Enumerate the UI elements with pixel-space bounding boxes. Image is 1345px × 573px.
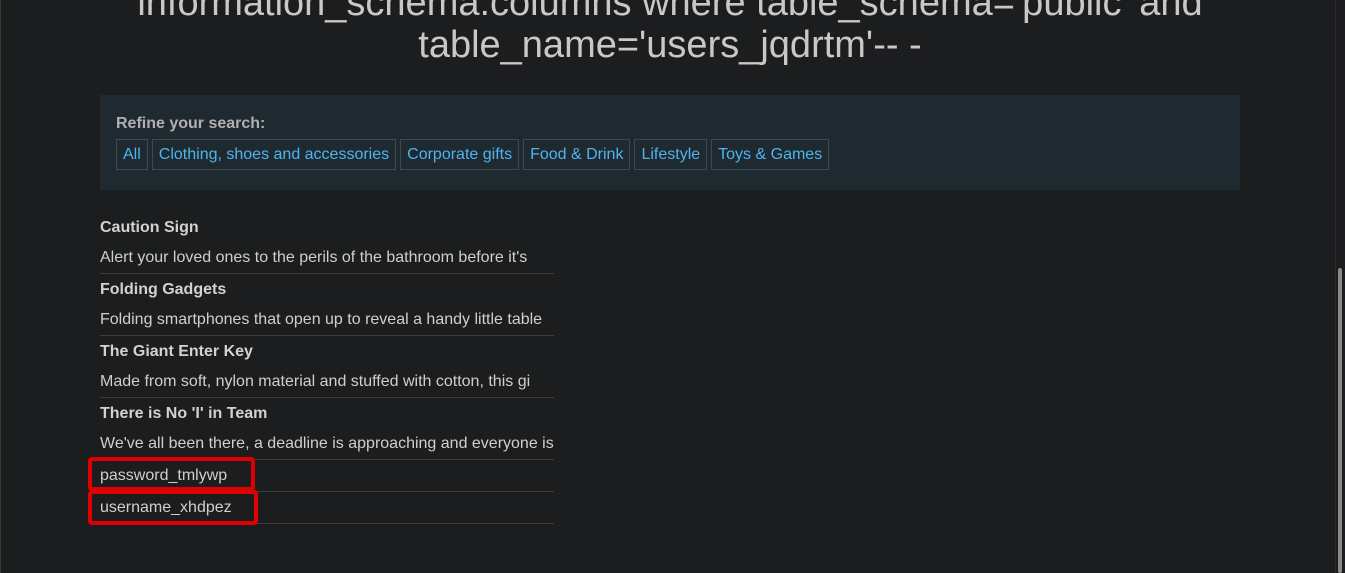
highlight-box-username [88,490,258,525]
product-name: There is No 'I' in Team [100,405,268,422]
filter-corporate-gifts[interactable]: Corporate gifts [400,139,520,170]
filter-toys-games[interactable]: Toys & Games [711,139,830,170]
product-name: Caution Sign [100,219,199,236]
filter-all[interactable]: All [116,139,148,170]
product-row: There is No 'I' in Team We've all been t… [100,398,554,460]
page-title-line-2: table_name='users_jqdrtm'-- - [418,24,922,66]
page-title: information_schema.columns where table_s… [0,0,1340,66]
filter-panel: Refine your search: All Clothing, shoes … [100,95,1240,190]
product-name: The Giant Enter Key [100,343,253,360]
scrollbar-track [1335,0,1336,573]
filter-food-drink[interactable]: Food & Drink [523,139,631,170]
filter-lifestyle[interactable]: Lifestyle [634,139,708,170]
product-row: Caution Sign Alert your loved ones to th… [100,212,554,274]
page: information_schema.columns where table_s… [0,0,1345,573]
product-row: Folding Gadgets Folding smartphones that… [100,274,554,336]
product-description: We've all been there, a deadline is appr… [100,435,554,452]
vertical-scrollbar[interactable] [1335,0,1345,573]
product-name: Folding Gadgets [100,281,227,298]
scrollbar-thumb[interactable] [1338,268,1342,573]
filter-title: Refine your search: [116,115,266,132]
product-description: Folding smartphones that open up to reve… [100,311,543,328]
window-edge [0,0,1,573]
product-description: Alert your loved ones to the perils of t… [100,249,528,266]
filter-clothing-shoes-accessories[interactable]: Clothing, shoes and accessories [151,139,397,170]
product-row: The Giant Enter Key Made from soft, nylo… [100,336,554,398]
page-title-line-1: information_schema.columns where table_s… [137,0,1203,24]
highlight-box-password [88,457,255,491]
product-description: Made from soft, nylon material and stuff… [100,373,531,390]
filter-list: All Clothing, shoes and accessories Corp… [116,139,830,170]
